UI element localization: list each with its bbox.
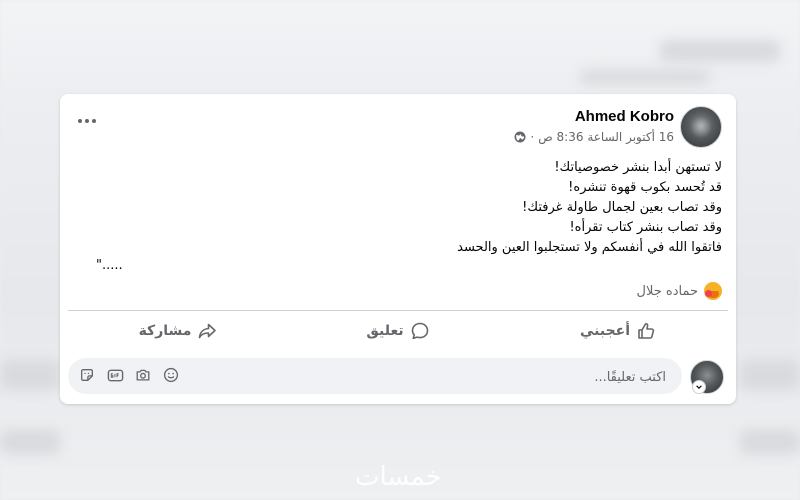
camera-icon[interactable] [134,366,152,384]
reactions-summary[interactable]: حماده جلال [637,282,722,300]
comment-label: تعليق [366,323,404,339]
dot [92,119,96,123]
thumbs-up-icon [638,323,655,339]
divider [68,310,728,311]
sticker-icon[interactable] [78,366,96,384]
post-line: لا تستهن أبدا بنشر خصوصياتك! [554,160,722,175]
author-avatar[interactable] [680,106,722,148]
post-card: Ahmed Kobro 16 أكتوبر الساعة 8:36 ص · لا… [60,94,736,404]
post-actions: أعجبني تعليق مشاركة [68,314,728,348]
comment-input[interactable] [244,358,668,396]
site-watermark: خمسات [355,462,442,492]
like-button[interactable]: أعجبني [508,314,728,348]
share-button[interactable]: مشاركة [68,314,288,348]
post-ellipsis: "..... [96,258,123,273]
post-line: فاتقوا الله في أنفسكم ولا تستجلبوا العين… [457,240,722,255]
blurred-shape [740,360,800,390]
blurred-shape [0,430,60,454]
dot [78,119,82,123]
blurred-shape [660,40,780,62]
share-label: مشاركة [138,323,192,339]
post-line: وقد تصاب بنشر كتاب تقرأه! [569,220,722,235]
meta-separator: · [530,130,535,144]
more-options-button[interactable] [78,116,96,126]
blurred-shape [0,360,60,390]
reactions-names[interactable]: حماده جلال [637,284,698,299]
comment-button[interactable]: تعليق [288,314,508,348]
gif-icon[interactable] [106,366,124,384]
comment-input-container[interactable] [68,358,682,396]
dot [85,119,89,123]
comment-input-icons [78,366,180,384]
blurred-shape [740,430,800,454]
post-line: قد تُحسد بكوب قهوة تنشره! [568,180,722,195]
post-meta: 16 أكتوبر الساعة 8:36 ص · [514,130,674,144]
care-emoji-icon [704,282,722,300]
like-label: أعجبني [579,323,631,339]
blurred-shape [580,70,710,84]
comment-composer [68,358,724,396]
author-name[interactable]: Ahmed Kobro [575,108,674,125]
share-icon [199,323,217,339]
globe-icon[interactable] [514,131,526,143]
post-timestamp[interactable]: 16 أكتوبر الساعة 8:36 ص [538,130,674,144]
emoji-icon[interactable] [162,366,180,384]
post-text: لا تستهن أبدا بنشر خصوصياتك! قد تُحسد بك… [457,158,722,258]
comment-icon [411,322,428,340]
post-line: وقد تصاب بعين لجمال طاولة غرفتك! [522,200,722,215]
chevron-down-icon[interactable] [692,380,706,394]
